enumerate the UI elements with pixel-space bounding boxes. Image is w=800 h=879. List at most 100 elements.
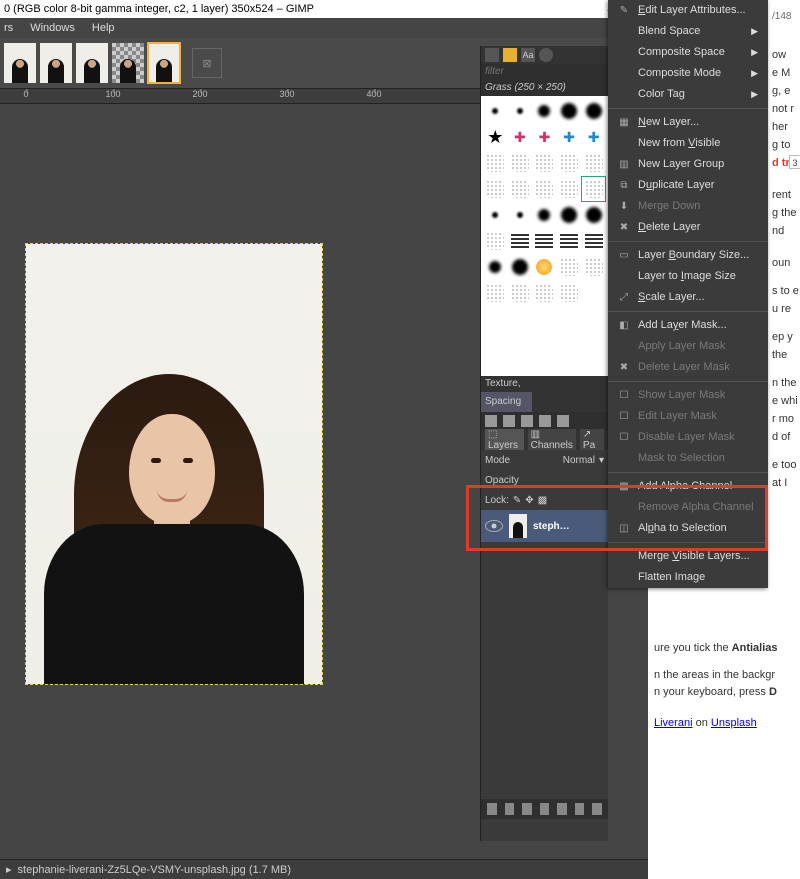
menu-color-tag[interactable]: Color Tag▶ (608, 84, 768, 105)
link-liverani[interactable]: Liverani (654, 717, 693, 729)
menu-layer-boundary[interactable]: ▭Layer Boundary Size... (608, 245, 768, 266)
menu-duplicate-layer[interactable]: ⧉Duplicate Layer (608, 175, 768, 196)
new-brush-icon[interactable] (503, 415, 515, 427)
image-tab[interactable] (112, 43, 144, 83)
article-fragment: r mo (772, 410, 796, 428)
lower-layer-icon[interactable] (540, 803, 550, 815)
layer-context-menu: ✎Edit Layer Attributes... Blend Space▶ C… (608, 0, 768, 588)
dock-tab[interactable]: Aa (521, 48, 535, 62)
dock-tab-active[interactable] (503, 48, 517, 62)
menu-add-alpha-channel[interactable]: ▩Add Alpha Channel (608, 476, 768, 497)
menu-help[interactable]: Help (92, 22, 115, 34)
edit-brush-icon[interactable] (485, 415, 497, 427)
ruler-tick: 400 (366, 89, 381, 99)
image-tab[interactable] (40, 43, 72, 83)
menu-layer-to-image-size[interactable]: Layer to Image Size (608, 266, 768, 287)
article-fragment: ow (772, 46, 796, 64)
spacing-slider[interactable]: Spacing (481, 392, 608, 412)
menu-rs[interactable]: rs (4, 22, 13, 34)
menu-edit-layer-attributes[interactable]: ✎Edit Layer Attributes... (608, 0, 768, 21)
lock-alpha-icon[interactable]: ▩ (538, 495, 547, 506)
menubar: rs Windows Help (0, 18, 648, 38)
menu-show-layer-mask: ☐Show Layer Mask (608, 385, 768, 406)
layer-name-label[interactable]: steph… (533, 521, 570, 532)
menu-composite-space[interactable]: Composite Space▶ (608, 42, 768, 63)
menu-delete-layer-mask: ✖Delete Layer Mask (608, 357, 768, 378)
article-fragment: the (772, 346, 796, 364)
status-menu-icon[interactable]: ▸ (6, 863, 12, 876)
lock-label: Lock: (485, 495, 509, 506)
brush-selected[interactable] (581, 176, 606, 202)
ruler-tick: 100 (105, 89, 120, 99)
menu-flatten-image[interactable]: Flatten Image (608, 567, 768, 588)
article-step-number: 3 (789, 155, 800, 169)
window-title: 0 (RGB color 8-bit gamma integer, c2, 1 … (4, 0, 314, 18)
article-fragment: her (772, 118, 796, 136)
tab-layers[interactable]: ⬚ Layers (485, 429, 524, 451)
image-tab[interactable] (4, 43, 36, 83)
brush-filter-input[interactable] (481, 64, 608, 80)
visibility-toggle-icon[interactable] (485, 520, 503, 532)
tab-paths[interactable]: ↗ Pa (580, 429, 604, 451)
anchor-layer-icon[interactable] (575, 803, 585, 815)
layers-dock-tabs: ⬚ Layers ▥ Channels ↗ Pa (481, 430, 608, 450)
menu-remove-alpha-channel: Remove Alpha Channel (608, 497, 768, 518)
image-tab[interactable] (76, 43, 108, 83)
menu-windows[interactable]: Windows (30, 22, 75, 34)
canvas-image[interactable] (26, 244, 322, 684)
layer-thumbnail[interactable] (509, 514, 527, 538)
menu-alpha-to-selection[interactable]: ◫Alpha to Selection (608, 518, 768, 539)
menu-composite-mode[interactable]: Composite Mode▶ (608, 63, 768, 84)
image-tab-active[interactable] (148, 43, 180, 83)
brush-name-label: Grass (250 × 250) (481, 80, 608, 96)
article-line: n your keyboard, press D (654, 684, 794, 701)
brush-grid[interactable]: ★✚✚✚✚ (481, 96, 608, 376)
dock-tab[interactable] (539, 48, 553, 62)
raise-layer-icon[interactable] (522, 803, 532, 815)
delete-layer-icon[interactable] (592, 803, 602, 815)
mode-value[interactable]: Normal (563, 455, 595, 466)
menu-merge-down: ⬇Merge Down (608, 196, 768, 217)
lock-position-icon[interactable]: ✥ (525, 495, 533, 506)
lock-pixels-icon[interactable]: ✎ (513, 495, 521, 506)
layer-row[interactable]: steph… (481, 510, 608, 542)
menu-new-layer[interactable]: ▦New Layer... (608, 112, 768, 133)
layers-toolbar (481, 799, 608, 819)
menu-merge-visible[interactable]: Merge Visible Layers... (608, 546, 768, 567)
menu-apply-layer-mask: Apply Layer Mask (608, 336, 768, 357)
article-fragment: rent (772, 186, 796, 204)
texture-label: Texture, (481, 376, 608, 392)
brush-dock-tabs: Aa (481, 46, 608, 64)
dropdown-icon[interactable]: ▾ (599, 455, 604, 466)
menu-new-layer-group[interactable]: ▥New Layer Group (608, 154, 768, 175)
opacity-row[interactable]: Opacity (481, 470, 608, 490)
article-line: n the areas in the backgr (654, 667, 794, 684)
photo-subject (44, 374, 304, 684)
ruler-tick: 0 (23, 89, 28, 99)
delete-brush-icon[interactable] (539, 415, 551, 427)
menu-delete-layer[interactable]: ✖Delete Layer (608, 217, 768, 238)
statusbar: ▸ stephanie-liverani-Zz5LQe-VSMY-unsplas… (0, 859, 648, 879)
refresh-brush-icon[interactable] (557, 415, 569, 427)
article-line: ure you tick the Antialias (654, 640, 794, 657)
menu-new-from-visible[interactable]: New from Visible (608, 133, 768, 154)
tab-channels[interactable]: ▥ Channels (528, 429, 576, 451)
close-tab-button[interactable]: ⊠ (192, 48, 222, 78)
menu-scale-layer[interactable]: ⤢Scale Layer... (608, 287, 768, 308)
lock-row: Lock: ✎ ✥ ▩ (481, 490, 608, 510)
article-fragment: nd (772, 222, 796, 240)
new-layer-icon[interactable] (487, 803, 497, 815)
article-fragment: s to e (772, 282, 796, 300)
status-filename: stephanie-liverani-Zz5LQe-VSMY-unsplash.… (18, 864, 292, 876)
menu-blend-space[interactable]: Blend Space▶ (608, 21, 768, 42)
dock-tab[interactable] (485, 48, 499, 62)
duplicate-brush-icon[interactable] (521, 415, 533, 427)
new-group-icon[interactable] (505, 803, 515, 815)
menu-add-layer-mask[interactable]: ◧Add Layer Mask... (608, 315, 768, 336)
duplicate-layer-icon[interactable] (557, 803, 567, 815)
article-fragment: u re (772, 300, 796, 318)
link-unsplash[interactable]: Unsplash (711, 717, 757, 729)
menu-mask-to-selection: Mask to Selection (608, 448, 768, 469)
right-dock: Aa Grass (250 × 250) ★✚✚✚✚ Texture, Spac… (480, 46, 608, 841)
article-fragment: ep y (772, 328, 796, 346)
